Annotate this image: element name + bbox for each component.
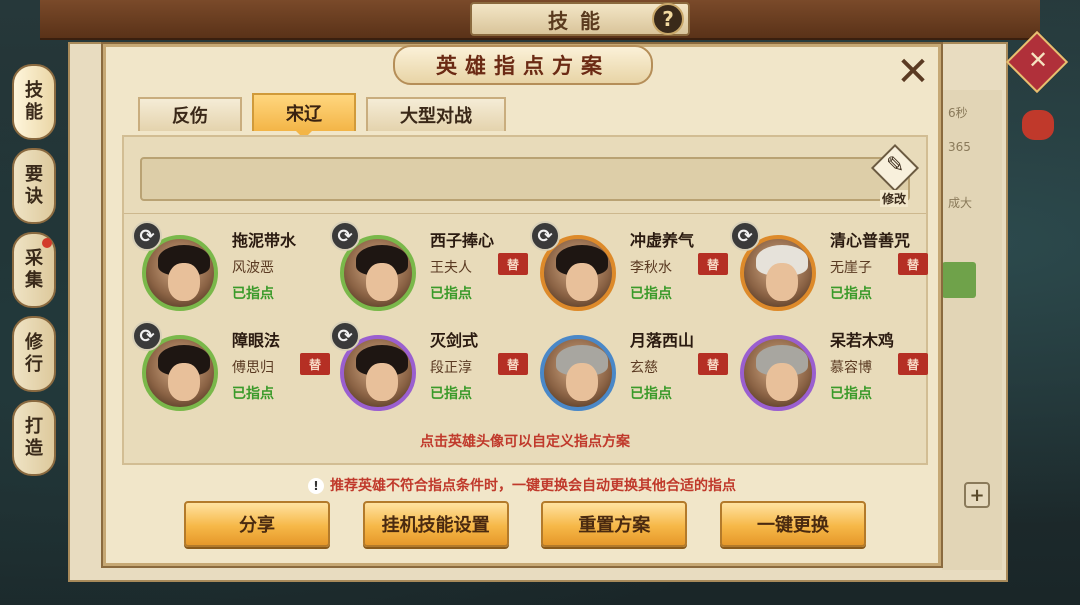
- side-tab-list: 技 能 要 诀 采 集 修 行 打 造: [12, 64, 58, 484]
- hero-name: 慕容博: [830, 360, 872, 376]
- swap-icon[interactable]: ⟳: [730, 221, 760, 251]
- avatar-face: [168, 263, 200, 301]
- swap-icon[interactable]: ⟳: [330, 221, 360, 251]
- plan-tabs: 反伤 宋辽 大型对战: [138, 93, 516, 139]
- side-tab-forge[interactable]: 打 造: [12, 400, 56, 476]
- hero-card: 月落西山 玄慈 替 已指点: [536, 323, 728, 421]
- hero-skill: 清心普善咒: [830, 231, 911, 250]
- tab-song-liao[interactable]: 宋辽: [252, 93, 356, 139]
- plan-content: ✎ 修改 ⟳ 拖泥带水 风波恶 已指点 ⟳ 西子捧心 王夫人 替 已指点 ⟳ 冲…: [122, 135, 928, 465]
- avatar-face: [766, 263, 798, 301]
- avatar-face: [366, 363, 398, 401]
- hero-avatar[interactable]: [740, 335, 816, 411]
- side-tab-label: 要 诀: [25, 164, 43, 207]
- avatar-face: [366, 263, 398, 301]
- tab-large-battle[interactable]: 大型对战: [366, 97, 506, 131]
- substitute-stamp: 替: [300, 353, 330, 375]
- hero-card: 呆若木鸡 慕容博 替 已指点: [736, 323, 928, 421]
- hero-name: 王夫人: [430, 260, 472, 276]
- reset-plan-button[interactable]: 重置方案: [541, 501, 688, 547]
- hero-name: 无崖子: [830, 260, 872, 276]
- hero-skill: 障眼法: [232, 331, 281, 350]
- notification-dot: [42, 238, 52, 248]
- swap-icon[interactable]: ⟳: [530, 221, 560, 251]
- hero-status: 已指点: [830, 386, 872, 402]
- substitute-stamp: 替: [698, 253, 728, 275]
- close-icon[interactable]: ✕: [894, 52, 932, 93]
- customize-hint: 点击英雄头像可以自定义指点方案: [420, 434, 630, 450]
- side-tab-label: 技 能: [25, 80, 43, 123]
- hero-status: 已指点: [630, 386, 672, 402]
- hero-skill: 冲虚养气: [630, 231, 695, 250]
- edit-button[interactable]: ✎ 修改: [868, 143, 920, 207]
- hero-skill: 西子捧心: [430, 231, 495, 250]
- hero-avatar[interactable]: [540, 335, 616, 411]
- hero-card: ⟳ 灭剑式 段正淳 替 已指点: [330, 321, 528, 421]
- top-title-bar: 技能 ?: [40, 0, 1040, 40]
- substitute-stamp: 替: [698, 353, 728, 375]
- substitute-stamp: 替: [898, 353, 928, 375]
- hero-name: 玄慈: [630, 360, 658, 376]
- swap-icon[interactable]: ⟳: [330, 321, 360, 351]
- help-icon[interactable]: ?: [652, 3, 684, 35]
- hero-skill: 月落西山: [630, 331, 695, 350]
- hero-status: 已指点: [430, 386, 472, 402]
- hero-card: ⟳ 障眼法 傅思归 替 已指点: [132, 321, 330, 421]
- avatar-face: [566, 363, 598, 401]
- replace-all-button[interactable]: 一键更换: [719, 501, 866, 547]
- edit-label: 修改: [879, 190, 908, 207]
- substitute-stamp: 替: [498, 253, 528, 275]
- hero-status: 已指点: [232, 286, 274, 302]
- hero-status: 已指点: [430, 286, 472, 302]
- hero-skill: 呆若木鸡: [830, 331, 895, 350]
- side-tab-cultivate[interactable]: 修 行: [12, 316, 56, 392]
- warning-icon: !: [308, 478, 324, 494]
- replace-warning: ! 推荐英雄不符合指点条件时，一键更换会自动更换其他合适的指点: [106, 475, 938, 495]
- warning-text: 推荐英雄不符合指点条件时，一键更换会自动更换其他合适的指点: [330, 478, 736, 494]
- pen-icon: ✎: [886, 153, 905, 178]
- background-plus-button: +: [964, 482, 990, 508]
- swap-icon[interactable]: ⟳: [132, 221, 162, 251]
- side-tab-label: 采 集: [25, 248, 43, 291]
- side-tab-skill[interactable]: 技 能: [12, 64, 56, 140]
- hero-name: 段正淳: [430, 360, 472, 376]
- side-tab-label: 打 造: [25, 416, 43, 459]
- share-button[interactable]: 分享: [184, 501, 330, 547]
- ghost-timer: 6秒: [948, 106, 968, 120]
- outer-close-icon: ✕: [1027, 46, 1049, 74]
- tab-reflect[interactable]: 反伤: [138, 97, 242, 131]
- substitute-stamp: 替: [498, 353, 528, 375]
- side-tab-label: 修 行: [25, 332, 43, 375]
- avatar-face: [168, 363, 200, 401]
- plan-name-field[interactable]: [140, 157, 910, 201]
- side-tab-gather[interactable]: 采 集: [12, 232, 56, 308]
- hero-card: ⟳ 清心普善咒 无崖子 替 已指点: [730, 221, 928, 321]
- substitute-stamp: 替: [898, 253, 928, 275]
- hero-name: 李秋水: [630, 260, 672, 276]
- hero-status: 已指点: [830, 286, 872, 302]
- avatar-face: [566, 263, 598, 301]
- hero-status: 已指点: [232, 386, 274, 402]
- action-buttons: 分享 挂机技能设置 重置方案 一键更换: [184, 501, 866, 547]
- hero-status: 已指点: [630, 286, 672, 302]
- idle-skill-settings-button[interactable]: 挂机技能设置: [362, 501, 509, 547]
- hero-guidance-modal: 英雄指点方案 ✕ 反伤 宋辽 大型对战 ✎ 修改 ⟳ 拖泥带水 风波恶 已指点 …: [103, 44, 941, 566]
- hero-card: ⟳ 西子捧心 王夫人 替 已指点: [330, 221, 528, 321]
- swap-icon[interactable]: ⟳: [132, 321, 162, 351]
- hero-name: 傅思归: [232, 360, 274, 376]
- hero-card: ⟳ 拖泥带水 风波恶 已指点: [132, 221, 328, 321]
- modal-title: 英雄指点方案: [393, 45, 653, 85]
- hero-name: 风波恶: [232, 260, 274, 276]
- ghost-number: 365: [948, 140, 971, 154]
- lantern-icon: [1022, 110, 1054, 140]
- ghost-text: 成大: [948, 196, 973, 210]
- hero-card: ⟳ 冲虚养气 李秋水 替 已指点: [530, 221, 728, 321]
- hero-skill: 灭剑式: [430, 331, 479, 350]
- avatar-face: [766, 363, 798, 401]
- side-tab-secret[interactable]: 要 诀: [12, 148, 56, 224]
- divider: [124, 213, 926, 214]
- hero-skill: 拖泥带水: [232, 231, 297, 250]
- background-green-button: [942, 262, 976, 298]
